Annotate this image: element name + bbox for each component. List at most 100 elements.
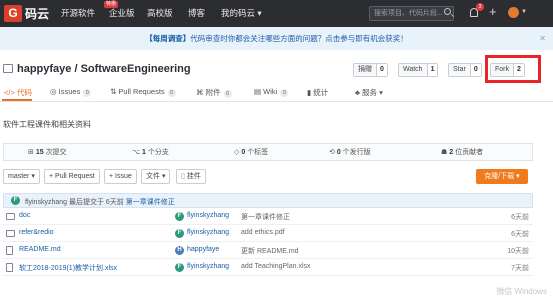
nav-blog[interactable]: 博客 <box>188 7 205 19</box>
file-author[interactable]: flyinskyzhang <box>187 212 229 219</box>
search-input[interactable]: 搜索项目、代码片段... <box>369 6 454 21</box>
notification-badge: 3 <box>476 3 484 11</box>
file-list: doc F flyinskyzhang 第一章课件修正 6天前 refer&re… <box>3 208 533 276</box>
file-commit-message[interactable]: 第一章课件修正 <box>241 212 290 222</box>
watch-button[interactable]: Watch 1 <box>398 63 439 77</box>
nav-enterprise[interactable]: 企业版 <box>109 7 135 19</box>
file-icon <box>6 263 13 272</box>
tab-issues-count: 0 <box>83 89 92 97</box>
star-button[interactable]: Star 0 <box>448 63 482 77</box>
author-avatar[interactable]: H <box>175 246 184 255</box>
folder-icon <box>6 213 15 220</box>
contributors-label: 位贡献者 <box>455 149 484 156</box>
tab-issues[interactable]: ◎ Issues 0 <box>50 87 92 97</box>
author-avatar[interactable]: F <box>175 212 184 221</box>
releases-label: 个发行版 <box>342 149 371 156</box>
file-commit-message[interactable]: add ethics.pdf <box>241 229 285 236</box>
tab-services[interactable]: ♣ 服务 ▾ <box>355 87 383 98</box>
tab-stats-label: 统计 <box>313 88 329 97</box>
tab-attachments[interactable]: ⌘ 附件 0 <box>196 87 232 98</box>
widget-label: 挂件 <box>186 173 201 180</box>
star-count: 0 <box>469 64 481 76</box>
nav-my-gitee[interactable]: 我的码云 ▾ <box>221 7 262 19</box>
tags-count: 0 <box>241 149 246 156</box>
commit-time: 最后提交于 6天前 <box>68 199 124 206</box>
stat-commits[interactable]: ⊞ 15 次提交 <box>28 147 67 157</box>
file-author[interactable]: happyfaye <box>187 246 219 253</box>
stat-branches[interactable]: ⌥ 1 个分支 <box>132 147 169 157</box>
search-icon[interactable] <box>444 8 451 15</box>
commit-info: flyinskyzhang 最后提交于 6天前 第一章课件修正 <box>25 197 175 207</box>
tab-pr-count: 0 <box>167 89 176 97</box>
tags-label: 个标签 <box>247 149 269 156</box>
folder-icon <box>6 230 15 237</box>
author-avatar[interactable]: F <box>175 263 184 272</box>
donate-label: 捐赠 <box>358 66 372 73</box>
file-author[interactable]: flyinskyzhang <box>187 229 229 236</box>
releases-count: 0 <box>336 149 341 156</box>
tab-wiki[interactable]: ▤ Wiki 0 <box>254 87 289 97</box>
file-name[interactable]: 软工2018-2019(1)教学计划.xlsx <box>19 263 117 273</box>
table-row: refer&redio F flyinskyzhang add ethics.p… <box>3 225 533 242</box>
branch-select[interactable]: master ▾ <box>3 169 40 184</box>
close-icon[interactable]: ✕ <box>539 27 546 50</box>
file-age: 7天前 <box>511 265 529 272</box>
donate-count: 0 <box>376 64 387 76</box>
commit-author[interactable]: flyinskyzhang <box>25 199 67 206</box>
file-commit-message[interactable]: 更新 README.md <box>241 246 299 256</box>
tab-pull-requests[interactable]: ⇅ Pull Requests 0 <box>110 87 176 97</box>
stat-releases[interactable]: ⟲ 0 个发行版 <box>329 147 371 157</box>
top-navbar: G 码云 开源软件 企业版 特惠 高校版 博客 我的码云 ▾ 搜索项目、代码片段… <box>0 0 553 27</box>
bookmark-icon: ▯ <box>181 173 185 180</box>
table-row: 软工2018-2019(1)教学计划.xlsx F flyinskyzhang … <box>3 259 533 276</box>
pull-request-button[interactable]: + Pull Request <box>44 169 100 184</box>
file-name[interactable]: doc <box>19 212 30 219</box>
widget-button[interactable]: ▯ 挂件 <box>176 169 206 184</box>
announcement-tag: 【每周调查】 <box>145 34 191 43</box>
contributors-count: 2 <box>449 149 454 156</box>
repo-icon <box>3 64 13 73</box>
repo-title[interactable]: happyfaye / SoftwareEngineering <box>17 63 191 75</box>
file-commit-message[interactable]: add TeachingPlan.xlsx <box>241 263 311 270</box>
stat-tags[interactable]: ◇ 0 个标签 <box>234 147 268 157</box>
file-name[interactable]: refer&redio <box>19 229 54 236</box>
announcement-link[interactable]: 代码审查时你都会关注哪些方面的问题？点击参与即有机会获奖！ <box>190 34 408 43</box>
commits-label: 次提交 <box>45 149 67 156</box>
logo-text: 码云 <box>25 6 50 21</box>
tab-code-label: 代码 <box>16 88 32 97</box>
nav-open-source[interactable]: 开源软件 <box>61 7 95 19</box>
issue-button[interactable]: + Issue <box>104 169 137 184</box>
branches-label: 个分支 <box>147 149 169 156</box>
announcement-bar: 【每周调查】代码审查时你都会关注哪些方面的问题？点击参与即有机会获奖！ ✕ <box>0 27 553 50</box>
tab-code[interactable]: </> 代码 <box>4 87 32 98</box>
file-age: 6天前 <box>511 214 529 221</box>
chevron-down-icon[interactable]: ▼ <box>521 9 527 15</box>
tab-attach-count: 0 <box>223 90 232 98</box>
logo[interactable]: G 码云 <box>4 4 49 22</box>
donate-button[interactable]: 捐赠 0 <box>353 63 388 77</box>
tab-services-label: 服务 ▾ <box>362 88 383 97</box>
last-commit-bar: F flyinskyzhang 最后提交于 6天前 第一章课件修正 <box>3 193 533 208</box>
tab-stats[interactable]: ▮ 统计 <box>307 87 328 98</box>
tab-wiki-label: Wiki <box>263 87 278 96</box>
file-author[interactable]: flyinskyzhang <box>187 263 229 270</box>
repo-tabs: </> 代码 ◎ Issues 0 ⇅ Pull Requests 0 ⌘ 附件 0 … <box>0 84 553 102</box>
clone-download-button[interactable]: 克隆/下载 ▾ <box>476 169 528 184</box>
author-avatar[interactable]: F <box>175 229 184 238</box>
commit-avatar[interactable]: F <box>11 196 20 205</box>
stat-contributors[interactable]: ☗ 2 位贡献者 <box>441 147 483 157</box>
star-label: Star <box>453 66 466 73</box>
watch-count: 1 <box>426 64 438 76</box>
watermark: 微信 Windows <box>496 287 547 296</box>
plus-icon[interactable]: + <box>489 5 497 19</box>
file-menu-button[interactable]: 文件 ▾ <box>141 169 171 184</box>
tab-wiki-count: 0 <box>280 89 289 97</box>
logo-mark: G <box>4 4 22 22</box>
tab-issues-label: Issues <box>58 87 81 96</box>
avatar[interactable] <box>508 7 519 18</box>
nav-university[interactable]: 高校版 <box>147 7 173 19</box>
watch-label: Watch <box>403 66 423 73</box>
table-row: README.md H happyfaye 更新 README.md 10天前 <box>3 242 533 259</box>
file-name[interactable]: README.md <box>19 246 61 253</box>
commit-message-link[interactable]: 第一章课件修正 <box>126 199 175 206</box>
